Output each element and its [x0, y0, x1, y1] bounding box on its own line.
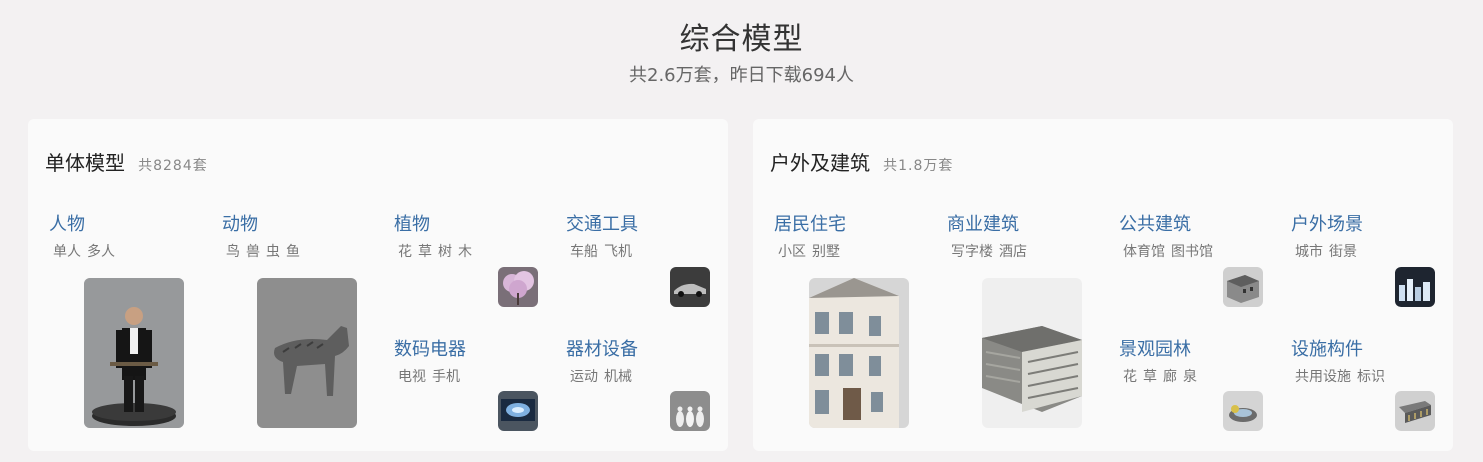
subcategory-list: 运动 机械 [570, 366, 638, 386]
subcategory-list: 共用设施 标识 [1295, 366, 1391, 386]
category-link-facilities[interactable]: 设施构件 [1291, 335, 1363, 361]
category-link-residential[interactable]: 居民住宅 [774, 210, 846, 236]
subcategory-list: 鸟兽虫鱼 [226, 241, 306, 261]
panel-count: 共8284套 [138, 158, 208, 174]
public-building-model-thumbnail[interactable] [1223, 267, 1263, 307]
vehicle-model-thumbnail[interactable] [670, 267, 710, 307]
commercial-model-thumbnail[interactable] [982, 278, 1082, 428]
subcategory-link[interactable]: 电视 [398, 369, 426, 385]
subcategory-list: 城市 街景 [1295, 241, 1363, 261]
subcategory-link[interactable]: 手机 [432, 369, 460, 385]
subcategory-link[interactable]: 草 [418, 244, 432, 260]
subcategory-link[interactable]: 鱼 [286, 244, 300, 260]
subcategory-link[interactable]: 草 [1143, 369, 1157, 385]
panel-title: 户外及建筑 [770, 151, 870, 175]
equipment-model-thumbnail[interactable] [670, 391, 710, 431]
subcategory-link[interactable]: 单人 [53, 244, 81, 260]
subcategory-link[interactable]: 城市 [1295, 244, 1323, 260]
subcategory-link[interactable]: 共用设施 [1295, 369, 1351, 385]
electronics-model-thumbnail[interactable] [498, 391, 538, 431]
category-link-landscape[interactable]: 景观园林 [1119, 335, 1191, 361]
page-subtitle: 共2.6万套，昨日下载694人 [629, 65, 854, 86]
residential-model-thumbnail[interactable] [809, 278, 909, 428]
category-link-plants[interactable]: 植物 [394, 210, 430, 236]
subcategory-link[interactable]: 虫 [266, 244, 280, 260]
panel-header: 户外及建筑 共1.8万套 [770, 147, 953, 176]
category-link-equipment[interactable]: 器材设备 [566, 335, 638, 361]
subcategory-link[interactable]: 兽 [246, 244, 260, 260]
subcategory-list: 花草树木 [398, 241, 478, 261]
outdoor-scene-model-thumbnail[interactable] [1395, 267, 1435, 307]
category-link-outdoor-scenes[interactable]: 户外场景 [1291, 210, 1363, 236]
category-link-commercial[interactable]: 商业建筑 [947, 210, 1019, 236]
subcategory-link[interactable]: 鸟 [226, 244, 240, 260]
subcategory-link[interactable]: 多人 [87, 244, 115, 260]
subcategory-list: 写字楼 酒店 [951, 241, 1033, 261]
subcategory-link[interactable]: 图书馆 [1171, 244, 1213, 260]
category-link-transport[interactable]: 交通工具 [566, 210, 638, 236]
subcategory-link[interactable]: 体育馆 [1123, 244, 1165, 260]
subcategory-list: 体育馆 图书馆 [1123, 241, 1219, 261]
subcategory-link[interactable]: 廊 [1163, 369, 1177, 385]
subcategory-list: 电视 手机 [398, 366, 466, 386]
category-link-people[interactable]: 人物 [49, 210, 85, 236]
subcategory-link[interactable]: 酒店 [999, 244, 1027, 260]
single-models-panel: 单体模型 共8284套 人物 单人 多人 动物 鸟兽虫鱼 植物 花 草 树 木 … [28, 119, 728, 451]
subcategory-link[interactable]: 小区 [778, 244, 806, 260]
subcategory-link[interactable]: 飞机 [604, 244, 632, 260]
subcategory-link[interactable]: 街景 [1329, 244, 1357, 260]
subcategory-link[interactable]: 树 [438, 244, 452, 260]
person-model-thumbnail[interactable] [84, 278, 184, 428]
panel-header: 单体模型 共8284套 [45, 147, 208, 176]
plant-model-thumbnail[interactable] [498, 267, 538, 307]
subcategory-link[interactable]: 运动 [570, 369, 598, 385]
panel-count: 共1.8万套 [883, 158, 954, 174]
subcategory-list: 小区 别墅 [778, 241, 846, 261]
subcategory-list: 花草廊泉 [1123, 366, 1203, 386]
subcategory-link[interactable]: 泉 [1183, 369, 1197, 385]
outdoor-architecture-panel: 户外及建筑 共1.8万套 居民住宅 小区 别墅 商业建筑 写字楼 酒店 公共建筑… [753, 119, 1453, 451]
subcategory-link[interactable]: 木 [458, 244, 472, 260]
facility-model-thumbnail[interactable] [1395, 391, 1435, 431]
subcategory-link[interactable]: 别墅 [812, 244, 840, 260]
subcategory-link[interactable]: 机械 [604, 369, 632, 385]
subcategory-link[interactable]: 花 [1123, 369, 1137, 385]
subcategory-link[interactable]: 车船 [570, 244, 598, 260]
category-link-public-buildings[interactable]: 公共建筑 [1119, 210, 1191, 236]
category-link-electronics[interactable]: 数码电器 [394, 335, 466, 361]
category-link-animals[interactable]: 动物 [222, 210, 258, 236]
panel-title: 单体模型 [45, 151, 125, 175]
subcategory-link[interactable]: 写字楼 [951, 244, 993, 260]
subcategory-link[interactable]: 标识 [1357, 369, 1385, 385]
page-title: 综合模型 [679, 22, 804, 57]
subcategory-list: 单人 多人 [53, 241, 121, 261]
subcategory-link[interactable]: 花 [398, 244, 412, 260]
landscape-model-thumbnail[interactable] [1223, 391, 1263, 431]
animal-model-thumbnail[interactable] [257, 278, 357, 428]
subcategory-list: 车船 飞机 [570, 241, 638, 261]
